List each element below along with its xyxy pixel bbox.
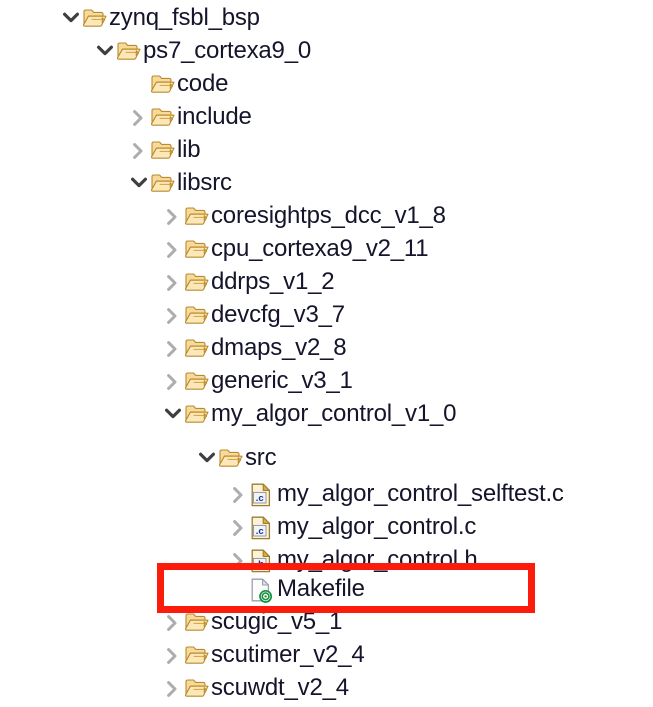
tree-item-label: ddrps_v1_2 [211, 268, 335, 295]
folder-open-icon [184, 397, 210, 430]
svg-text:.c: .c [256, 526, 265, 537]
tree-item[interactable]: .c my_algor_control_selftest.c [228, 477, 564, 510]
tree-item[interactable]: lib [128, 133, 201, 166]
tree-item-label: src [245, 444, 277, 471]
chevron-right-icon[interactable] [162, 605, 184, 638]
folder-open-icon [184, 265, 210, 298]
folder-open-icon [150, 133, 176, 166]
chevron-right-icon[interactable] [128, 133, 150, 166]
tree-item-label: my_algor_control_selftest.c [277, 480, 564, 507]
folder-open-icon [184, 605, 210, 638]
chevron-down-icon[interactable] [162, 397, 184, 430]
c-source-file-icon: .c [250, 510, 276, 543]
svg-text:.c: .c [256, 493, 265, 504]
folder-open-icon [184, 298, 210, 331]
tree-item-label: cpu_cortexa9_v2_11 [211, 235, 429, 262]
tree-item[interactable]: generic_v3_1 [162, 364, 353, 397]
tree-item[interactable]: scutimer_v2_4 [162, 638, 365, 671]
chevron-down-icon[interactable] [60, 1, 82, 34]
tree-item[interactable]: cpu_cortexa9_v2_11 [162, 232, 429, 265]
folder-open-icon [184, 331, 210, 364]
chevron-right-icon[interactable] [162, 331, 184, 364]
chevron-right-icon[interactable] [162, 265, 184, 298]
c-source-file-icon: .c [250, 477, 276, 510]
tree-item[interactable]: src [196, 441, 277, 474]
chevron-right-icon[interactable] [162, 232, 184, 265]
chevron-down-icon[interactable] [196, 441, 218, 474]
tree-item[interactable]: libsrc [128, 166, 232, 199]
tree-item-label: Makefile [277, 575, 365, 602]
tree-item[interactable]: ddrps_v1_2 [162, 265, 335, 298]
tree-item-label: lib [177, 136, 201, 163]
makefile-icon [250, 572, 276, 605]
tree-item-label: generic_v3_1 [211, 367, 353, 394]
tree-item[interactable]: dmaps_v2_8 [162, 331, 347, 364]
chevron-right-icon[interactable] [162, 671, 184, 704]
folder-open-icon [184, 638, 210, 671]
chevron-right-icon[interactable] [128, 100, 150, 133]
chevron-right-icon[interactable] [162, 199, 184, 232]
tree-item[interactable]: include [128, 100, 252, 133]
chevron-right-icon[interactable] [228, 543, 250, 576]
svg-text:.h: .h [255, 559, 264, 570]
tree-item[interactable]: coresightps_dcc_v1_8 [162, 199, 446, 232]
tree-item[interactable]: scugic_v5_1 [162, 605, 342, 638]
folder-open-icon [218, 441, 244, 474]
tree-item-label: coresightps_dcc_v1_8 [211, 202, 446, 229]
tree-item-label: zynq_fsbl_bsp [109, 4, 260, 31]
folder-open-icon [184, 232, 210, 265]
tree-item-label: libsrc [177, 169, 232, 196]
tree-item[interactable]: Makefile [250, 572, 365, 605]
folder-open-icon [150, 100, 176, 133]
tree-item-label: my_algor_control.c [277, 513, 477, 540]
chevron-right-icon[interactable] [162, 298, 184, 331]
tree-item-label: scugic_v5_1 [211, 608, 343, 635]
chevron-right-icon[interactable] [228, 477, 250, 510]
folder-open-icon [184, 671, 210, 704]
tree-item[interactable]: scuwdt_v2_4 [162, 671, 349, 704]
folder-open-icon [82, 1, 108, 34]
folder-open-icon [150, 67, 176, 100]
tree-item[interactable]: .c my_algor_control.c [228, 510, 476, 543]
tree-item-label: include [177, 103, 252, 130]
tree-item[interactable]: my_algor_control_v1_0 [162, 397, 456, 430]
project-explorer-tree[interactable]: zynq_fsbl_bsp ps7_cortexa9_0 code includ… [0, 0, 653, 707]
tree-item-label: devcfg_v3_7 [211, 301, 345, 328]
folder-open-icon [184, 364, 210, 397]
tree-item-label: scuwdt_v2_4 [211, 674, 349, 701]
tree-item-label: my_algor_control_v1_0 [211, 400, 457, 427]
chevron-down-icon[interactable] [94, 34, 116, 67]
tree-item-label: ps7_cortexa9_0 [143, 37, 311, 64]
tree-item-label: code [177, 70, 229, 97]
folder-open-icon [184, 199, 210, 232]
chevron-right-icon[interactable] [228, 510, 250, 543]
tree-item[interactable]: devcfg_v3_7 [162, 298, 345, 331]
tree-item[interactable]: zynq_fsbl_bsp [60, 1, 260, 34]
chevron-down-icon[interactable] [128, 166, 150, 199]
tree-item[interactable]: ps7_cortexa9_0 [94, 34, 311, 67]
folder-open-icon [116, 34, 142, 67]
tree-item[interactable]: code [150, 67, 228, 100]
tree-item-label: scutimer_v2_4 [211, 641, 365, 668]
chevron-right-icon[interactable] [162, 638, 184, 671]
tree-item-label: dmaps_v2_8 [211, 334, 347, 361]
folder-open-icon [150, 166, 176, 199]
chevron-right-icon[interactable] [162, 364, 184, 397]
